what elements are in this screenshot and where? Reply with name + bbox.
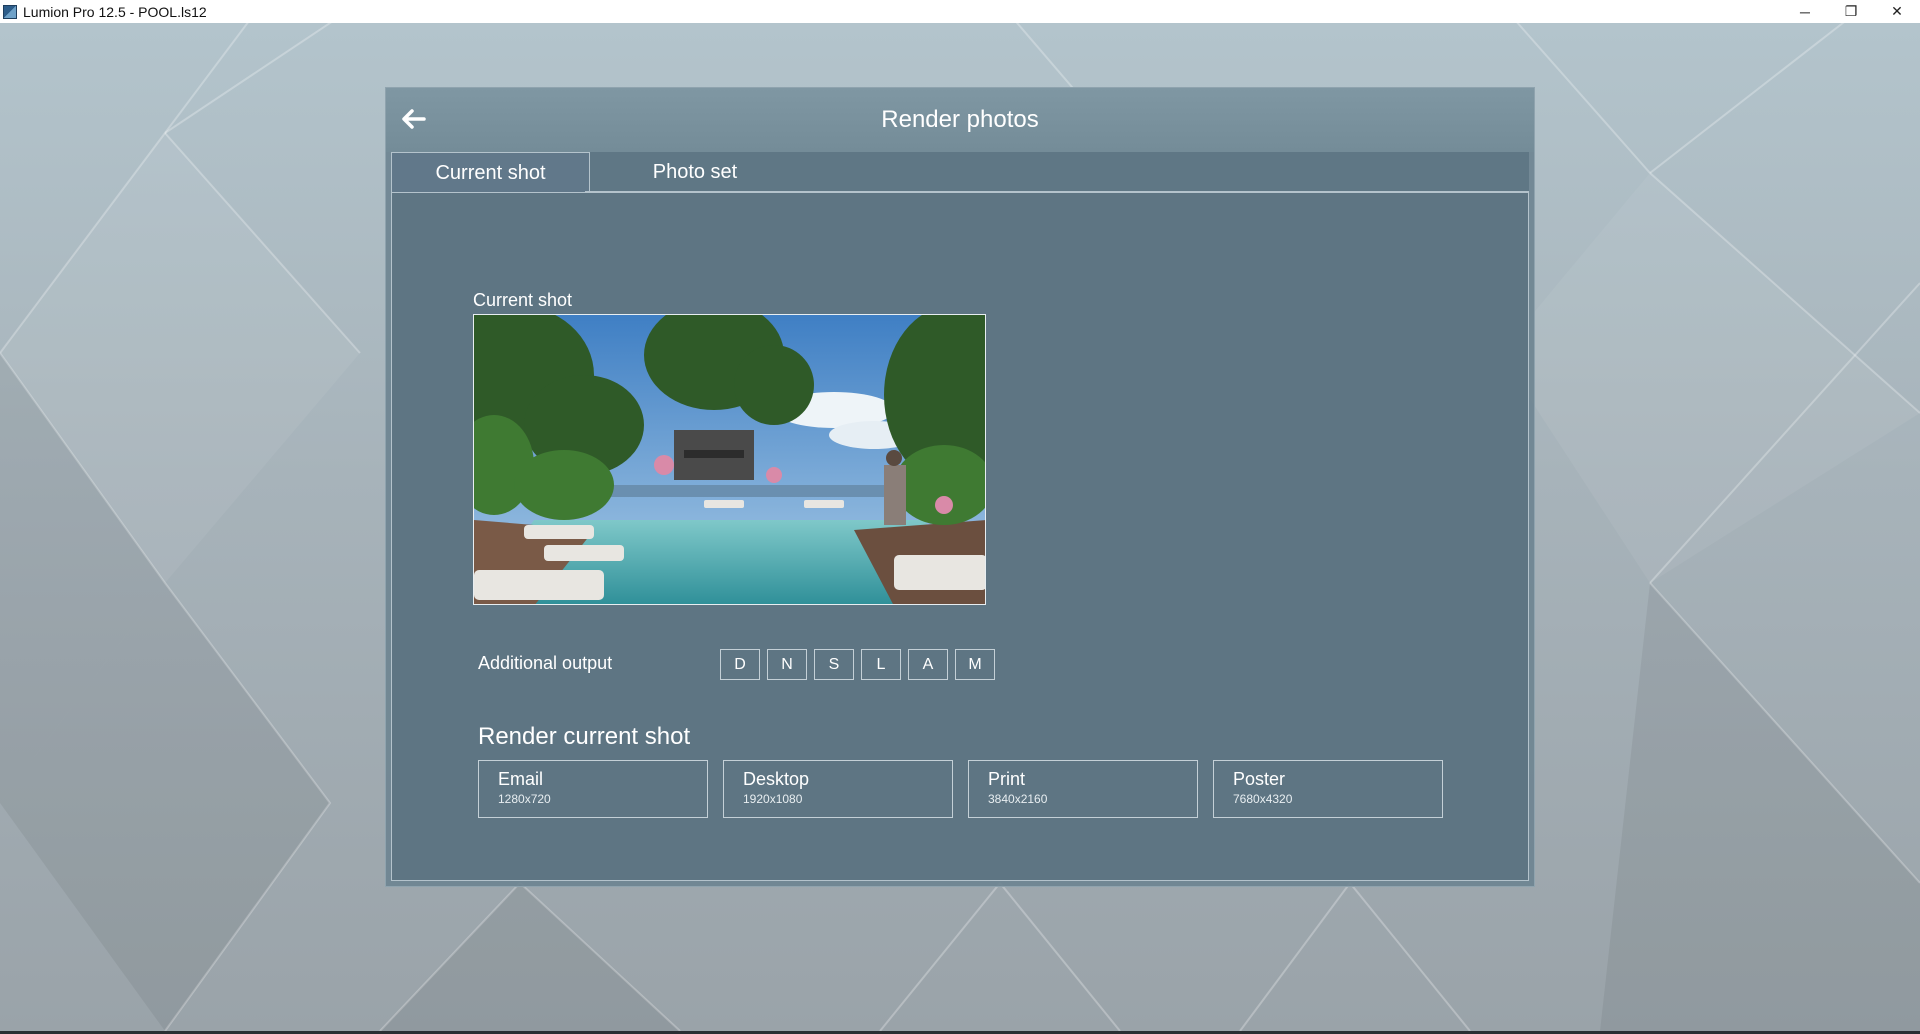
minimize-button[interactable]: ─ (1782, 0, 1828, 23)
preset-resolution: 3840x2160 (988, 792, 1048, 806)
dialog-header: Render photos (386, 88, 1534, 152)
preview-image (474, 315, 985, 604)
window-controls: ─ ❐ ✕ (1782, 0, 1920, 23)
render-poster-button[interactable]: Poster 7680x4320 (1213, 760, 1443, 818)
window-title: Lumion Pro 12.5 - POOL.ls12 (23, 3, 207, 20)
render-email-button[interactable]: Email 1280x720 (478, 760, 708, 818)
preset-resolution: 7680x4320 (1233, 792, 1293, 806)
output-alpha-button[interactable]: A (908, 649, 948, 680)
additional-output-label: Additional output (478, 653, 613, 673)
render-desktop-button[interactable]: Desktop 1920x1080 (723, 760, 953, 818)
current-shot-preview[interactable] (473, 314, 986, 605)
preset-name: Print (988, 769, 1026, 789)
render-print-button[interactable]: Print 3840x2160 (968, 760, 1198, 818)
restore-button[interactable]: ❐ (1828, 0, 1874, 23)
preset-resolution: 1280x720 (498, 792, 551, 806)
output-sky-button[interactable]: S (814, 649, 854, 680)
preset-name: Email (498, 769, 544, 789)
output-normal-button[interactable]: N (767, 649, 807, 680)
tab-photo-set[interactable]: Photo set (615, 152, 775, 193)
output-depth-button[interactable]: D (720, 649, 760, 680)
app-logo-icon (3, 4, 17, 19)
window-titlebar: Lumion Pro 12.5 - POOL.ls12 ─ ❐ ✕ (0, 0, 1920, 23)
current-shot-panel: Current shot Additional output D N S L A… (391, 192, 1529, 881)
tab-bar: Current shot Photo set (391, 152, 1529, 193)
close-button[interactable]: ✕ (1874, 0, 1920, 23)
dialog-title: Render photos (881, 106, 1039, 133)
tab-current-shot[interactable]: Current shot (391, 152, 590, 193)
preset-name: Poster (1233, 769, 1286, 789)
render-photos-dialog: Render photos Current shot Photo set Cur… (385, 87, 1535, 887)
output-material-button[interactable]: M (955, 649, 995, 680)
output-lighting-button[interactable]: L (861, 649, 901, 680)
preview-label: Current shot (473, 290, 573, 310)
render-current-shot-heading: Render current shot (478, 723, 691, 750)
preset-name: Desktop (743, 769, 810, 789)
preset-resolution: 1920x1080 (743, 792, 803, 806)
